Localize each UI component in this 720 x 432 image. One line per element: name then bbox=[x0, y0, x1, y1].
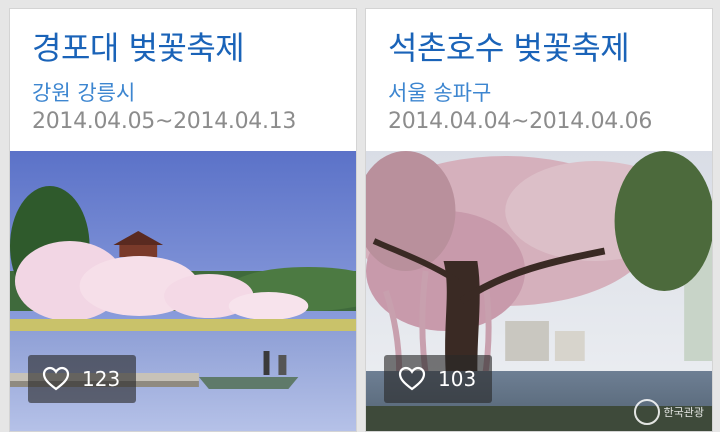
festival-location: 강원 강릉시 bbox=[32, 81, 136, 105]
like-count: 103 bbox=[438, 367, 477, 391]
festival-title: 석촌호수 벚꽃축제 bbox=[388, 29, 630, 67]
festival-card-seokchon[interactable]: 석촌호수 벚꽃축제 서울 송파구 2014.04.04~2014.04.06 1… bbox=[365, 8, 713, 432]
heart-outline-icon bbox=[398, 366, 426, 391]
like-count: 123 bbox=[82, 367, 121, 391]
festival-location: 서울 송파구 bbox=[388, 81, 492, 105]
tourism-logo-icon bbox=[633, 399, 660, 425]
festival-dates: 2014.04.04~2014.04.06 bbox=[388, 109, 653, 134]
festival-photo[interactable]: 103 한국관광 bbox=[366, 151, 712, 431]
tourism-watermark: 한국관광 bbox=[633, 399, 704, 425]
festival-card-gyeongpodae[interactable]: 경포대 벚꽃축제 강원 강릉시 2014.04.05~2014.04.13 12… bbox=[9, 8, 357, 432]
watermark-text: 한국관광 bbox=[663, 406, 704, 419]
festival-title: 경포대 벚꽃축제 bbox=[32, 29, 245, 67]
heart-outline-icon bbox=[42, 366, 70, 391]
like-button[interactable]: 123 bbox=[28, 355, 137, 403]
like-button[interactable]: 103 bbox=[384, 355, 493, 403]
festival-dates: 2014.04.05~2014.04.13 bbox=[32, 109, 297, 134]
festival-photo[interactable]: 123 bbox=[10, 151, 356, 431]
